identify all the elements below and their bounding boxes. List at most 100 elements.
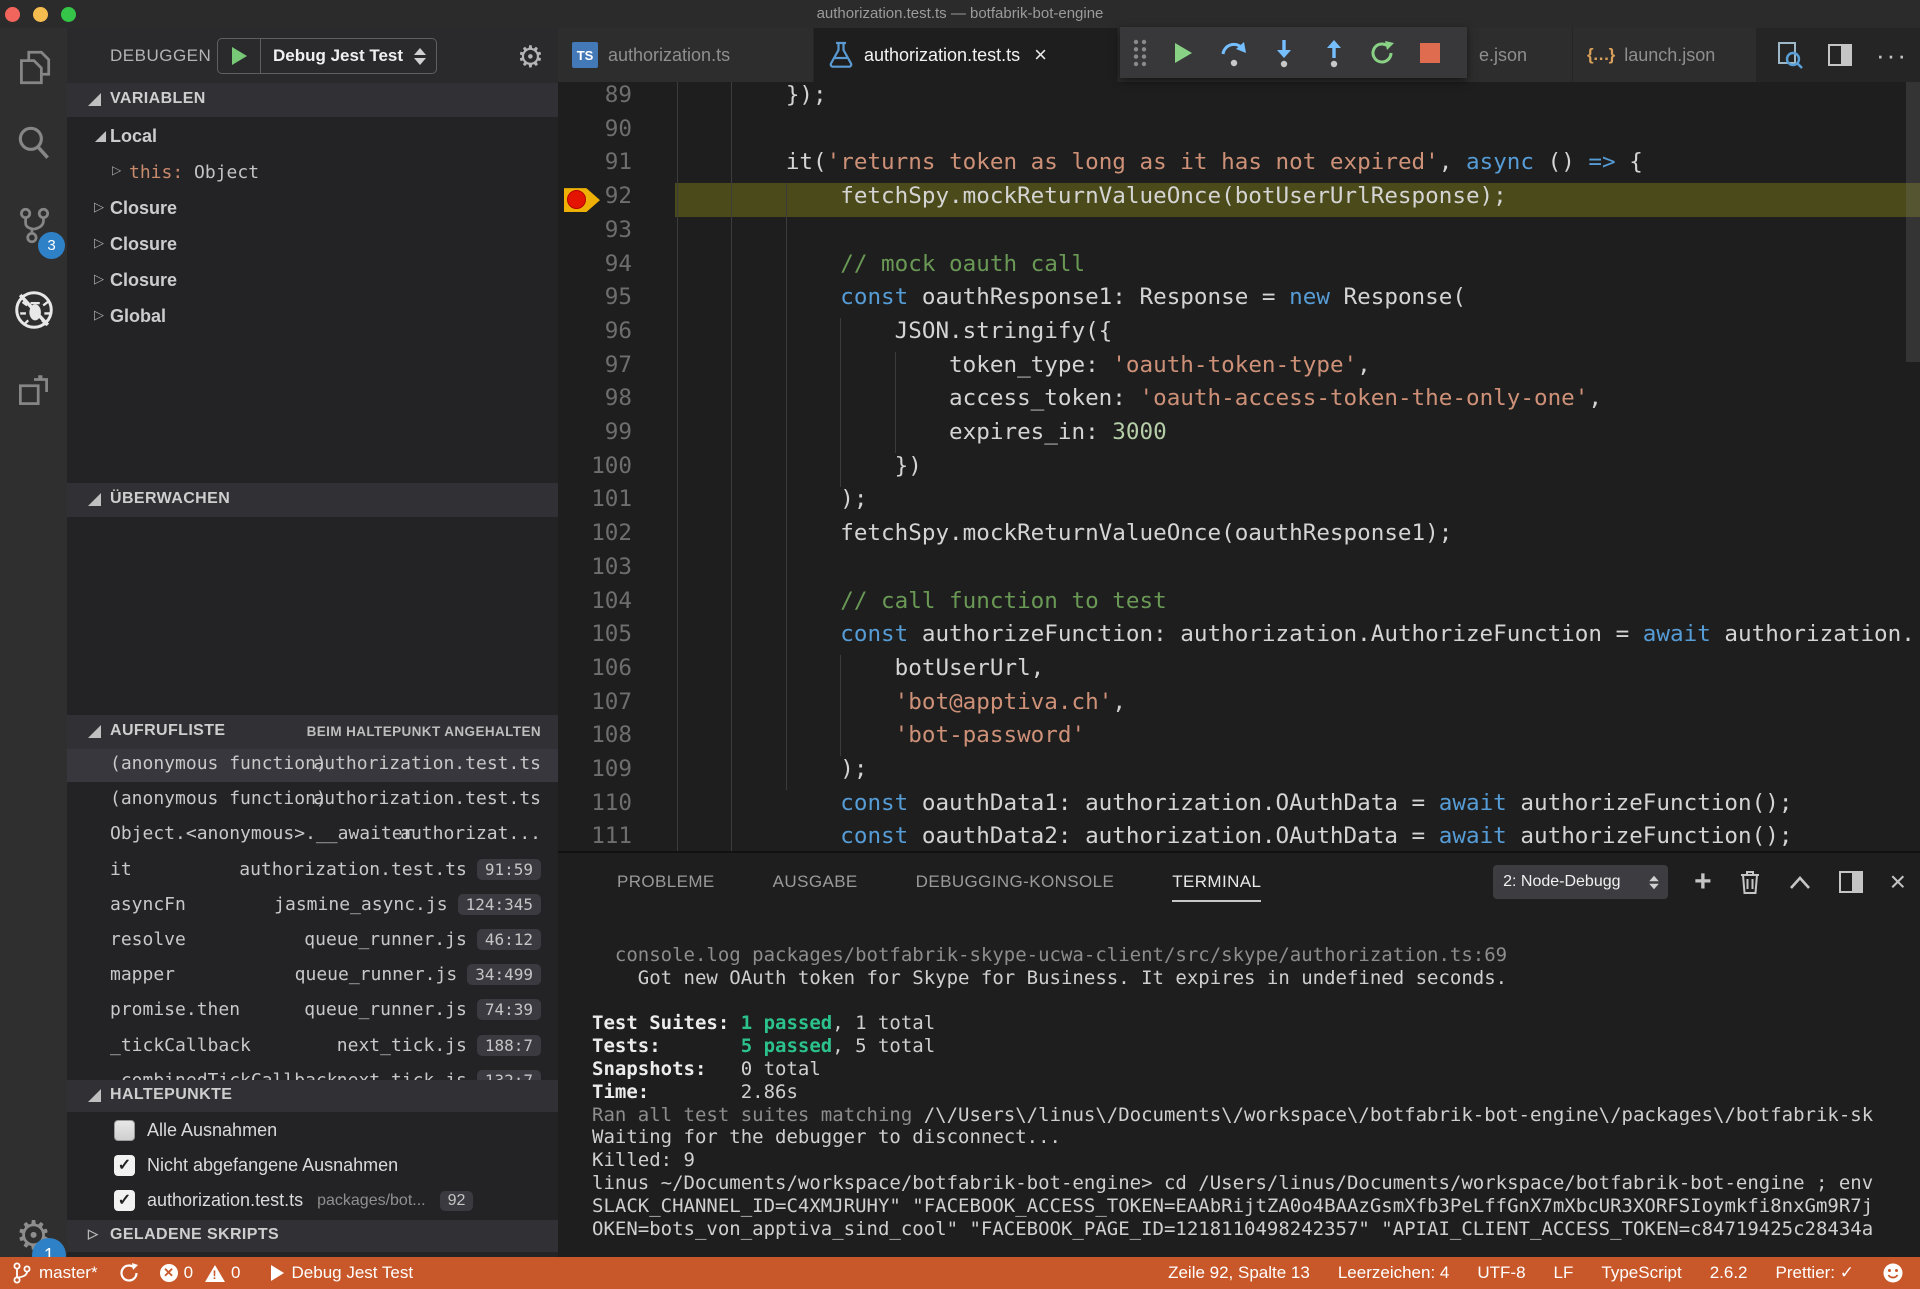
code-line[interactable]: }): [677, 453, 922, 487]
line-number[interactable]: 94: [558, 251, 632, 285]
status-item[interactable]: LF: [1554, 1263, 1574, 1283]
section-loaded-scripts[interactable]: ▷GELADENE SKRIPTS: [67, 1220, 558, 1252]
twistie-icon[interactable]: [95, 131, 106, 142]
line-number[interactable]: 95: [558, 284, 632, 318]
panel-tab-ausgabe[interactable]: AUSGABE: [773, 872, 858, 892]
code-editor[interactable]: 8990919293949596979899100101102103104105…: [558, 82, 1920, 851]
step-over-button[interactable]: [1212, 31, 1256, 75]
explorer-icon[interactable]: [0, 38, 67, 98]
callstack-frame[interactable]: (anonymous function)authorization.test.t…: [67, 782, 558, 817]
code-line[interactable]: access_token: 'oauth-access-token-the-on…: [677, 385, 1602, 419]
close-tab-icon[interactable]: ×: [1034, 42, 1047, 68]
line-number[interactable]: 107: [558, 689, 632, 723]
line-number[interactable]: 89: [558, 82, 632, 116]
section-breakpoints[interactable]: HALTEPUNKTE: [67, 1080, 558, 1112]
status-item[interactable]: Prettier: ✓: [1776, 1263, 1854, 1283]
callstack-frame[interactable]: _combinedTickCallbacknext_tick.js132:7: [67, 1064, 558, 1080]
callstack-frame[interactable]: _tickCallbacknext_tick.js188:7: [67, 1029, 558, 1064]
line-number[interactable]: 96: [558, 318, 632, 352]
panel-tab-terminal[interactable]: TERMINAL: [1172, 872, 1261, 892]
line-number[interactable]: 110: [558, 790, 632, 824]
status-item[interactable]: 2.6.2: [1710, 1263, 1748, 1283]
code-line[interactable]: // mock oauth call: [677, 251, 1085, 285]
line-number[interactable]: 103: [558, 554, 632, 588]
status-item[interactable]: TypeScript: [1601, 1263, 1681, 1283]
line-number[interactable]: 108: [558, 722, 632, 756]
line-number[interactable]: 97: [558, 352, 632, 386]
split-editor-icon[interactable]: [1826, 41, 1854, 69]
status-item[interactable]: UTF-8: [1477, 1263, 1525, 1283]
line-number[interactable]: 93: [558, 217, 632, 251]
debug-config-dropdown[interactable]: Debug Jest Test: [217, 38, 437, 74]
code-line[interactable]: // call function to test: [677, 588, 1167, 622]
search-icon[interactable]: [0, 113, 67, 173]
code-line[interactable]: JSON.stringify({: [677, 318, 1112, 352]
maximize-panel-icon[interactable]: [1788, 874, 1812, 890]
variable-row[interactable]: ▷Closure: [67, 263, 558, 299]
terminal-selector-dropdown[interactable]: 2: Node-Debugg: [1493, 865, 1668, 899]
breakpoint-row[interactable]: Alle Ausnahmen: [67, 1113, 558, 1148]
section-variables[interactable]: VARIABLEN: [67, 83, 558, 117]
callstack-frame[interactable]: asyncFnjasmine_async.js124:345: [67, 888, 558, 923]
line-number[interactable]: 102: [558, 520, 632, 554]
code-line[interactable]: const authorizeFunction: authorization.A…: [677, 621, 1915, 655]
line-number[interactable]: 90: [558, 116, 632, 150]
code-line[interactable]: const oauthResponse1: Response = new Res…: [677, 284, 1466, 318]
code-line[interactable]: const oauthData2: authorization.OAuthDat…: [677, 823, 1792, 851]
drag-handle-icon[interactable]: [1120, 31, 1160, 75]
debug-status-item[interactable]: Debug Jest Test: [271, 1263, 414, 1283]
section-watch[interactable]: ÜBERWACHEN: [67, 483, 558, 517]
continue-button[interactable]: [1160, 31, 1204, 75]
section-callstack[interactable]: AUFRUFLISTEBEIM HALTEPUNKT ANGEHALTEN: [67, 715, 558, 749]
extensions-icon[interactable]: [0, 361, 67, 421]
variable-row[interactable]: ▷Closure: [67, 191, 558, 227]
breakpoint-icon[interactable]: [567, 190, 586, 209]
code-line[interactable]: );: [677, 486, 867, 520]
restart-button[interactable]: [1360, 31, 1404, 75]
line-number[interactable]: 99: [558, 419, 632, 453]
code-line[interactable]: expires_in: 3000: [677, 419, 1167, 453]
code-line[interactable]: botUserUrl,: [677, 655, 1044, 689]
twistie-icon[interactable]: ▷: [112, 163, 121, 177]
kill-terminal-icon[interactable]: [1738, 869, 1762, 895]
variable-row[interactable]: Local: [67, 119, 558, 155]
code-line[interactable]: fetchSpy.mockReturnValueOnce(botUserUrlR…: [677, 183, 1507, 217]
stop-button[interactable]: [1408, 31, 1452, 75]
source-control-icon[interactable]: 3: [0, 195, 67, 255]
errors-warnings-item[interactable]: ✕ 0 ! 0: [160, 1263, 241, 1283]
tab-authorization.test.ts[interactable]: authorization.test.ts×: [814, 28, 1118, 82]
code-line[interactable]: fetchSpy.mockReturnValueOnce(oauthRespon…: [677, 520, 1452, 554]
debug-settings-gear-icon[interactable]: ⚙: [517, 40, 544, 75]
new-terminal-icon[interactable]: +: [1694, 872, 1712, 892]
twistie-icon[interactable]: ▷: [94, 307, 104, 323]
line-number[interactable]: 105: [558, 621, 632, 655]
code-line[interactable]: );: [677, 756, 867, 790]
callstack-frame[interactable]: promise.thenqueue_runner.js74:39: [67, 993, 558, 1028]
sync-icon[interactable]: [118, 1262, 140, 1284]
line-number[interactable]: 106: [558, 655, 632, 689]
editor-scrollbar[interactable]: [1906, 82, 1920, 362]
breakpoint-checkbox[interactable]: [114, 1120, 135, 1141]
status-item[interactable]: Leerzeichen: 4: [1338, 1263, 1450, 1283]
step-into-button[interactable]: [1262, 31, 1306, 75]
line-number[interactable]: 91: [558, 149, 632, 183]
line-number[interactable]: 100: [558, 453, 632, 487]
callstack-frame[interactable]: resolvequeue_runner.js46:12: [67, 923, 558, 958]
more-actions-icon[interactable]: ···: [1876, 50, 1908, 60]
line-number[interactable]: 101: [558, 486, 632, 520]
minimize-window-button[interactable]: [33, 7, 48, 22]
terminal-output[interactable]: console.log packages/botfabrik-skype-ucw…: [592, 944, 1920, 1244]
variable-row[interactable]: ▷this: Object: [67, 155, 558, 191]
callstack-frame[interactable]: Object.<anonymous>.__awaiterauthorizat..…: [67, 817, 558, 852]
breakpoint-row[interactable]: ✓Nicht abgefangene Ausnahmen: [67, 1148, 558, 1183]
callstack-frame[interactable]: mapperqueue_runner.js34:499: [67, 958, 558, 993]
variable-row[interactable]: ▷Closure: [67, 227, 558, 263]
code-line[interactable]: token_type: 'oauth-token-type',: [677, 352, 1371, 386]
code-line[interactable]: 'bot-password': [677, 722, 1085, 756]
close-window-button[interactable]: [5, 7, 20, 22]
maximize-window-button[interactable]: [61, 7, 76, 22]
twistie-icon[interactable]: ▷: [94, 271, 104, 287]
code-line[interactable]: });: [677, 82, 827, 116]
panel-tab-debugging-konsole[interactable]: DEBUGGING-KONSOLE: [916, 872, 1115, 892]
split-panel-icon[interactable]: [1838, 869, 1864, 895]
